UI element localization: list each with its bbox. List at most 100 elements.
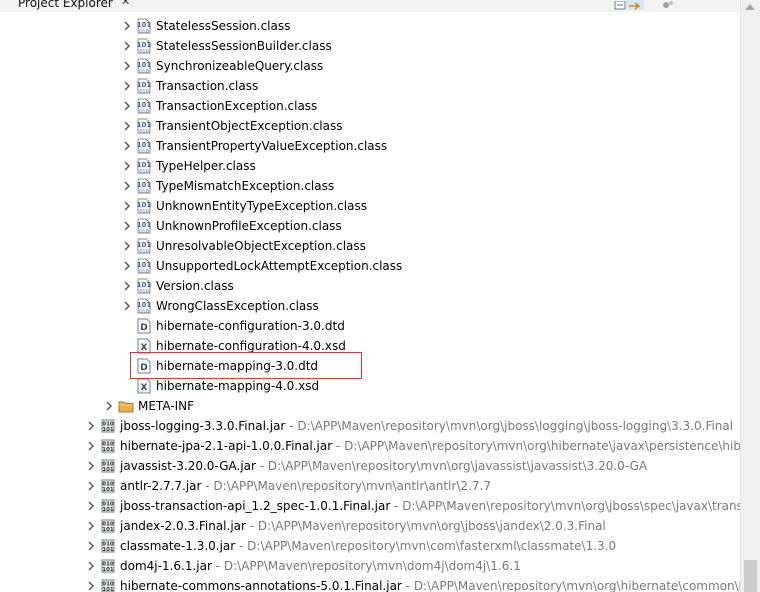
library-jar-row[interactable]: 010 101 dom4j-1.6.1.jar - D:\APP\Maven\rep…	[0, 556, 740, 576]
file-row[interactable]: 101 010 TransactionException.class	[0, 96, 740, 116]
expand-chevron-icon[interactable]	[122, 260, 132, 272]
tree-item-label[interactable]: classmate-1.3.0.jar - D:\APP\Maven\repos…	[120, 538, 616, 554]
expand-chevron-icon[interactable]	[86, 540, 96, 552]
tree-item-label[interactable]: WrongClassException.class	[156, 298, 319, 314]
library-jar-row[interactable]: 010 101 jboss-logging-3.3.0.Final.jar - D:…	[0, 416, 740, 436]
library-jar-row[interactable]: 010 101 classmate-1.3.0.jar - D:\APP\Maven…	[0, 536, 740, 556]
file-row[interactable]: 101 010 UnknownProfileException.class	[0, 216, 740, 236]
expand-chevron-icon[interactable]	[86, 480, 96, 492]
file-row[interactable]: 101 010 StatelessSessionBuilder.class	[0, 36, 740, 56]
class-file-icon: 101 010	[136, 278, 152, 295]
tree-item-label[interactable]: hibernate-commons-annotations-5.0.1.Fina…	[120, 578, 740, 592]
view-header: Project Explorer ✕	[0, 0, 760, 12]
tree-item-label[interactable]: TransientPropertyValueException.class	[156, 138, 387, 154]
tree-item-label[interactable]: antlr-2.7.7.jar - D:\APP\Maven\repositor…	[120, 478, 491, 494]
tree-item-label[interactable]: jboss-transaction-api_1.2_spec-1.0.1.Fin…	[120, 498, 740, 514]
expand-chevron-icon[interactable]	[104, 400, 114, 412]
tree-item-label[interactable]: TransactionException.class	[156, 98, 317, 114]
tree-item-label[interactable]: StatelessSessionBuilder.class	[156, 38, 332, 54]
project-tree[interactable]: 101 010 StatelessSession.class 101 010 Statel…	[0, 16, 740, 592]
tree-item-label[interactable]: javassist-3.20.0-GA.jar - D:\APP\Maven\r…	[120, 458, 647, 474]
tree-item-label[interactable]: hibernate-configuration-3.0.dtd	[156, 318, 345, 334]
file-row[interactable]: 101 010 StatelessSession.class	[0, 16, 740, 36]
svg-text:101: 101	[137, 81, 152, 89]
tree-item-label[interactable]: SynchronizeableQuery.class	[156, 58, 323, 74]
expand-chevron-icon[interactable]	[86, 460, 96, 472]
tree-item-label[interactable]: jandex-2.0.3.Final.jar - D:\APP\Maven\re…	[120, 518, 606, 534]
expand-chevron-icon[interactable]	[122, 80, 132, 92]
tree-item-label[interactable]: hibernate-mapping-4.0.xsd	[156, 378, 319, 394]
expand-chevron-icon[interactable]	[86, 420, 96, 432]
library-jar-row[interactable]: 010 101 jandex-2.0.3.Final.jar - D:\APP\Ma…	[0, 516, 740, 536]
file-row[interactable]: 101 010 TransientObjectException.class	[0, 116, 740, 136]
library-jar-row[interactable]: 010 101 hibernate-commons-annotations-5.0.…	[0, 576, 740, 592]
tree-item-label[interactable]: UnknownEntityTypeException.class	[156, 198, 367, 214]
expand-chevron-icon[interactable]	[86, 580, 96, 592]
tree-item-label[interactable]: TypeMismatchException.class	[156, 178, 334, 194]
tree-item-label[interactable]: TypeHelper.class	[156, 158, 256, 174]
expand-chevron-icon[interactable]	[122, 40, 132, 52]
file-row[interactable]: Xhibernate-mapping-4.0.xsd	[0, 376, 740, 396]
library-jar-row[interactable]: 010 101 antlr-2.7.7.jar - D:\APP\Maven\rep…	[0, 476, 740, 496]
file-row[interactable]: 101 010 UnsupportedLockAttemptException.cl…	[0, 256, 740, 276]
vertical-scrollbar[interactable]	[740, 0, 760, 592]
scroll-up-icon[interactable]	[745, 4, 755, 10]
folder-row[interactable]: META-INF	[0, 396, 740, 416]
class-file-icon: 101 010	[136, 178, 152, 195]
expand-chevron-icon[interactable]	[86, 500, 96, 512]
file-row[interactable]: Dhibernate-configuration-3.0.dtd	[0, 316, 740, 336]
tree-item-label[interactable]: UnsupportedLockAttemptException.class	[156, 258, 402, 274]
file-row[interactable]: 101 010 Version.class	[0, 276, 740, 296]
file-row[interactable]: 101 010 SynchronizeableQuery.class	[0, 56, 740, 76]
tree-item-label[interactable]: Transaction.class	[156, 78, 258, 94]
svg-text:D: D	[140, 323, 147, 333]
tree-item-label[interactable]: TransientObjectException.class	[156, 118, 342, 134]
jar-path-text: - D:\APP\Maven\repository\mvn\org\hibern…	[401, 579, 740, 592]
expand-chevron-icon[interactable]	[122, 280, 132, 292]
expand-chevron-icon[interactable]	[122, 160, 132, 172]
link-with-editor-icon[interactable]	[626, 0, 644, 10]
svg-text:101: 101	[102, 427, 114, 433]
file-row[interactable]: 101 010 TypeMismatchException.class	[0, 176, 740, 196]
library-jar-row[interactable]: 010 101 hibernate-jpa-2.1-api-1.0.0.Final.…	[0, 436, 740, 456]
expand-chevron-icon[interactable]	[122, 180, 132, 192]
tree-item-label[interactable]: UnknownProfileException.class	[156, 218, 342, 234]
tree-item-label[interactable]: hibernate-jpa-2.1-api-1.0.0.Final.jar - …	[120, 438, 740, 454]
tree-item-label[interactable]: META-INF	[138, 398, 194, 414]
expand-chevron-icon[interactable]	[122, 120, 132, 132]
close-icon[interactable]: ✕	[121, 0, 130, 8]
expand-chevron-icon[interactable]	[122, 100, 132, 112]
svg-text:010: 010	[139, 29, 149, 34]
file-row[interactable]: Dhibernate-mapping-3.0.dtd	[0, 356, 740, 376]
expand-chevron-icon[interactable]	[122, 200, 132, 212]
expand-chevron-icon[interactable]	[122, 20, 132, 32]
file-row[interactable]: 101 010 UnknownEntityTypeException.class	[0, 196, 740, 216]
expand-chevron-icon[interactable]	[122, 220, 132, 232]
tree-item-label[interactable]: StatelessSession.class	[156, 18, 290, 34]
tree-item-label[interactable]: dom4j-1.6.1.jar - D:\APP\Maven\repositor…	[120, 558, 521, 574]
tree-item-label[interactable]: jboss-logging-3.3.0.Final.jar - D:\APP\M…	[120, 418, 733, 434]
scroll-thumb[interactable]	[744, 560, 757, 592]
jar-path-text: - D:\APP\Maven\repository\mvn\org\jboss\…	[390, 499, 740, 513]
expand-chevron-icon[interactable]	[122, 240, 132, 252]
file-row[interactable]: 101 010 UnresolvableObjectException.class	[0, 236, 740, 256]
expand-chevron-icon[interactable]	[122, 60, 132, 72]
file-row[interactable]: 101 010 TypeHelper.class	[0, 156, 740, 176]
library-jar-row[interactable]: 010 101 javassist-3.20.0-GA.jar - D:\APP\M…	[0, 456, 740, 476]
expand-chevron-icon[interactable]	[122, 300, 132, 312]
tree-item-label[interactable]: UnresolvableObjectException.class	[156, 238, 366, 254]
svg-text:101: 101	[137, 181, 152, 189]
expand-chevron-icon[interactable]	[86, 560, 96, 572]
expand-chevron-icon[interactable]	[86, 520, 96, 532]
jar-path-text: - D:\APP\Maven\repository\mvn\org\jboss\…	[245, 519, 606, 533]
tree-item-label[interactable]: Version.class	[156, 278, 234, 294]
file-row[interactable]: 101 010 WrongClassException.class	[0, 296, 740, 316]
file-row[interactable]: 101 010 Transaction.class	[0, 76, 740, 96]
expand-chevron-icon[interactable]	[86, 440, 96, 452]
file-row[interactable]: 101 010 TransientPropertyValueException.cl…	[0, 136, 740, 156]
class-file-icon: 101 010	[136, 158, 152, 175]
view-menu-icon[interactable]	[660, 0, 678, 10]
file-row[interactable]: Xhibernate-configuration-4.0.xsd	[0, 336, 740, 356]
expand-chevron-icon[interactable]	[122, 140, 132, 152]
library-jar-row[interactable]: 010 101 jboss-transaction-api_1.2_spec-1.0…	[0, 496, 740, 516]
